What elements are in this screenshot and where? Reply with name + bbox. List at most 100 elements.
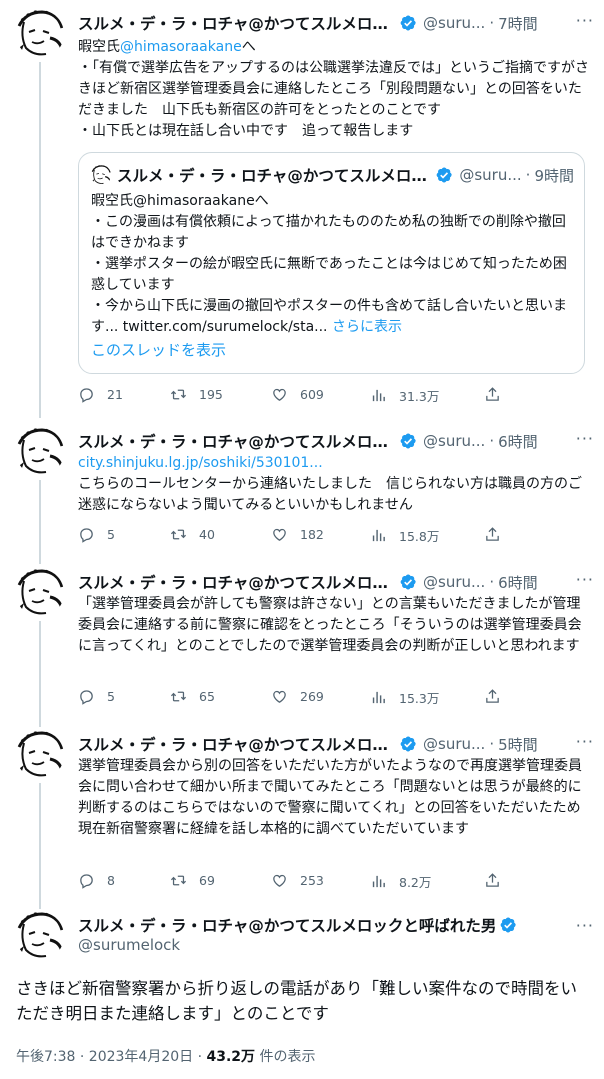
retweet-icon [170,526,187,543]
tweet-body: ・「有償で選挙広告をアップするのは公職選挙法違反では」というご指摘ですがさきほど… [78,60,589,139]
quote-time: 9時間 [534,166,574,185]
tweet-time[interactable]: 6時間 [498,431,538,452]
tweet-header: スルメ・デ・ラ・ロチャ@かつてスルメロッ... @suru... · 5時間 [78,731,592,757]
views-button[interactable]: 15.3万 [370,688,439,707]
avatar[interactable] [16,731,64,779]
more-icon[interactable]: ··· [576,429,594,448]
like-icon [271,526,288,543]
retweet-button[interactable]: 69 [170,872,215,889]
tweet-text: city.shinjuku.lg.jp/soshiki/530101... こち… [78,453,592,516]
like-button[interactable]: 182 [271,526,324,543]
tweet-header: スルメ・デ・ラ・ロチャ@かつてスルメロッ... @suru... · 6時間 [78,428,592,454]
avatar[interactable] [16,10,64,58]
verified-icon [399,573,417,591]
tweet-header: スルメ・デ・ラ・ロチャ@かつてスルメロッ... @suru... · 7時間 [78,10,592,36]
tweet[interactable]: スルメ・デ・ラ・ロチャ@かつてスルメロッ... @suru... · 6時間 ·… [0,428,604,564]
tweet[interactable]: スルメ・デ・ラ・ロチャ@かつてスルメロッ... @suru... · 7時間 ·… [0,10,604,418]
tweet-time[interactable]: 5時間 [498,734,538,755]
author-name[interactable]: スルメ・デ・ラ・ロチャ@かつてスルメロッ... [78,12,396,34]
tweet-meta: 午後7:38 · 2023年4月20日 · 43.2万 件の表示 [16,1046,316,1066]
main-tweet-text: さきほど新宿警察署から折り返しの電話があり「難しい案件なので時間をいただき明日ま… [16,979,577,1023]
avatar[interactable] [16,569,64,617]
tweet[interactable]: スルメ・デ・ラ・ロチャ@かつてスルメロッ... @suru... · 6時間 ·… [0,569,604,727]
tweet-header: スルメ・デ・ラ・ロチャ@かつてスルメロッ... @suru... · 6時間 [78,569,592,595]
tweet-date[interactable]: 午後7:38 · 2023年4月20日 · [16,1049,207,1065]
author-handle[interactable]: @surumelock [78,936,180,954]
reply-count: 5 [107,527,115,542]
retweet-count: 195 [199,387,223,402]
retweet-count: 40 [199,527,215,542]
avatar[interactable] [16,912,64,960]
reply-count: 5 [107,689,115,704]
author-name[interactable]: スルメ・デ・ラ・ロチャ@かつてスルメロッ... [78,430,396,452]
share-button[interactable] [484,526,513,543]
views-count: 31.3万 [399,389,440,404]
views-total: 43.2万 [206,1049,256,1065]
greeting-suffix: へ [241,39,256,55]
like-button[interactable]: 609 [271,386,324,403]
views-button[interactable]: 31.3万 [370,386,439,405]
verified-icon [399,432,417,450]
mention-link[interactable]: @himasoraakane [120,39,242,55]
like-count: 269 [300,689,324,704]
external-link[interactable]: city.shinjuku.lg.jp/soshiki/530101... [78,455,323,471]
retweet-button[interactable]: 40 [170,526,215,543]
share-button[interactable] [484,386,513,403]
author-name[interactable]: スルメ・デ・ラ・ロチャ@かつてスルメロッ... [78,733,396,755]
reply-button[interactable]: 21 [78,386,123,403]
reply-button[interactable]: 8 [78,872,115,889]
reply-button[interactable]: 5 [78,688,115,705]
views-button[interactable]: 15.8万 [370,526,439,545]
quoted-tweet[interactable]: スルメ・デ・ラ・ロチャ@かつてスルメロッ... @suru... · 9時間 暇… [78,152,585,374]
tweet-text: 「選挙管理委員会が許しても警察は許さない」との言葉もいただきましたが管理委員会に… [78,596,582,654]
more-icon[interactable]: ··· [576,732,594,751]
main-author: スルメ・デ・ラ・ロチャ@かつてスルメロックと呼ばれた男 [78,912,517,938]
like-count: 253 [300,873,324,888]
share-icon [484,872,501,889]
show-thread-link[interactable]: このスレッドを表示 [91,339,226,360]
author-handle[interactable]: @suru... [423,14,485,32]
retweet-button[interactable]: 195 [170,386,223,403]
tweet-time[interactable]: 7時間 [498,13,538,34]
share-button[interactable] [484,872,513,889]
show-more-link[interactable]: さらに表示 [332,319,402,335]
share-icon [484,526,501,543]
author-handle[interactable]: @suru... [423,735,485,753]
more-icon[interactable]: ··· [576,916,594,935]
share-icon [484,386,501,403]
reply-button[interactable]: 5 [78,526,115,543]
separator-dot: · [489,735,495,753]
separator-dot: · [489,14,495,32]
author-handle[interactable]: @suru... [423,573,485,591]
quote-author-handle: @suru... [459,166,522,184]
views-button[interactable]: 8.2万 [370,872,431,891]
tweet-time[interactable]: 6時間 [498,572,538,593]
quote-body: 暇空氏@himasoraakaneへ ・この漫画は有償依頼によって描かれたものの… [91,193,567,335]
action-bar: 5 65 269 15.3万 [78,688,498,708]
author-name[interactable]: スルメ・デ・ラ・ロチャ@かつてスルメロッ... [78,571,396,593]
author-name[interactable]: スルメ・デ・ラ・ロチャ@かつてスルメロックと呼ばれた男 [78,914,496,936]
like-button[interactable]: 253 [271,872,324,889]
like-count: 609 [300,387,324,402]
more-icon[interactable]: ··· [576,570,594,589]
more-icon[interactable]: ··· [576,11,594,30]
retweet-count: 65 [199,689,215,704]
share-button[interactable] [484,688,513,705]
views-label: 件の表示 [255,1049,316,1065]
like-button[interactable]: 269 [271,688,324,705]
like-icon [271,688,288,705]
reply-count: 8 [107,873,115,888]
like-icon [271,386,288,403]
views-icon [370,873,387,890]
retweet-button[interactable]: 65 [170,688,215,705]
avatar[interactable] [16,428,64,476]
views-icon [370,527,387,544]
reply-count: 21 [107,387,123,402]
like-count: 182 [300,527,324,542]
tweet[interactable]: スルメ・デ・ラ・ロチャ@かつてスルメロッ... @suru... · 5時間 ·… [0,731,604,909]
retweet-icon [170,688,187,705]
verified-icon [499,916,517,934]
main-tweet[interactable]: スルメ・デ・ラ・ロチャ@かつてスルメロックと呼ばれた男 @surumelock … [0,912,604,1072]
author-handle[interactable]: @suru... [423,432,485,450]
thread-line [39,621,41,727]
